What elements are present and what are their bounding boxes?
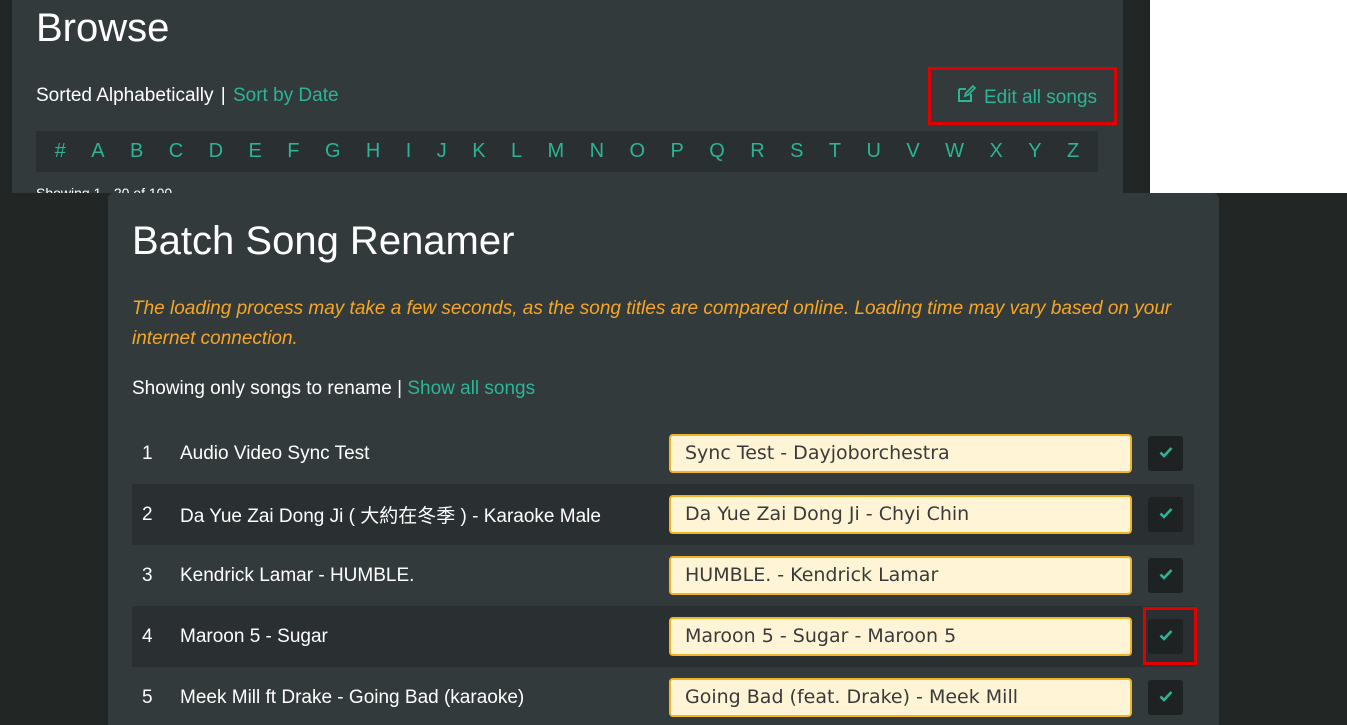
rename-row: 5 Meek Mill ft Drake - Going Bad (karaok…	[132, 667, 1194, 725]
confirm-button[interactable]	[1148, 436, 1183, 471]
sort-by-date-link[interactable]: Sort by Date	[233, 85, 339, 106]
confirm-button[interactable]	[1148, 680, 1183, 715]
check-icon	[1159, 689, 1173, 707]
letter-filter-r[interactable]: R	[750, 140, 764, 163]
new-title-input[interactable]: HUMBLE. - Kendrick Lamar	[669, 556, 1132, 595]
separator: |	[220, 85, 226, 106]
letter-filter-o[interactable]: O	[629, 140, 645, 163]
showing-only-label: Showing only songs to rename	[132, 378, 392, 399]
letter-filter-e[interactable]: E	[249, 140, 262, 163]
pagination-info: Showing 1 - 20 of 100	[36, 186, 172, 193]
check-icon	[1159, 567, 1173, 585]
letter-filter-s[interactable]: S	[790, 140, 803, 163]
blank-area	[1150, 0, 1347, 193]
current-title: Audio Video Sync Test	[180, 442, 370, 464]
rename-row: 1 Audio Video Sync Test Sync Test - Dayj…	[132, 423, 1194, 484]
letter-filter-x[interactable]: X	[989, 140, 1002, 163]
letter-filter-k[interactable]: K	[472, 140, 485, 163]
page-title: Browse	[36, 6, 170, 50]
row-number: 4	[142, 625, 153, 647]
letter-filter-g[interactable]: G	[325, 140, 341, 163]
confirm-button[interactable]	[1148, 558, 1183, 593]
check-icon	[1159, 445, 1173, 463]
rename-row: 3 Kendrick Lamar - HUMBLE. HUMBLE. - Ken…	[132, 545, 1194, 606]
letter-filter-t[interactable]: T	[829, 140, 841, 163]
row-number: 1	[142, 442, 153, 464]
letter-filter-p[interactable]: P	[670, 140, 683, 163]
screen: Browse Sorted Alphabetically | Sort by D…	[0, 0, 1347, 725]
new-title-input[interactable]: Da Yue Zai Dong Ji - Chyi Chin	[669, 495, 1132, 534]
row-number: 2	[142, 503, 153, 525]
letter-filter-q[interactable]: Q	[709, 140, 725, 163]
letter-filter-n[interactable]: N	[590, 140, 604, 163]
check-icon	[1159, 506, 1173, 524]
current-title: Maroon 5 - Sugar	[180, 625, 328, 647]
letter-filter-b[interactable]: B	[130, 140, 143, 163]
letter-filter-c[interactable]: C	[169, 140, 183, 163]
highlight-box-edit-all	[928, 67, 1117, 125]
letter-filter-y[interactable]: Y	[1028, 140, 1041, 163]
letter-filter-v[interactable]: V	[906, 140, 919, 163]
letter-filter-l[interactable]: L	[511, 140, 522, 163]
letter-filter-h[interactable]: H	[366, 140, 380, 163]
letter-filter-i[interactable]: I	[406, 140, 412, 163]
new-title-input[interactable]: Going Bad (feat. Drake) - Meek Mill	[669, 678, 1132, 717]
batch-song-renamer-modal: Batch Song Renamer The loading process m…	[108, 193, 1219, 725]
letter-filter-a[interactable]: A	[91, 140, 104, 163]
rename-row: 4 Maroon 5 - Sugar Maroon 5 - Sugar - Ma…	[132, 606, 1194, 667]
current-title: Kendrick Lamar - HUMBLE.	[180, 564, 415, 586]
new-title-input[interactable]: Maroon 5 - Sugar - Maroon 5	[669, 617, 1132, 656]
separator: |	[397, 378, 403, 399]
sorted-alphabetically-label: Sorted Alphabetically	[36, 85, 214, 106]
rename-row: 2 Da Yue Zai Dong Ji ( 大約在冬季 ) - Karaoke…	[132, 484, 1194, 545]
letter-filter-f[interactable]: F	[287, 140, 299, 163]
new-title-input[interactable]: Sync Test - Dayjoborchestra	[669, 434, 1132, 473]
sort-options: Sorted Alphabetically | Sort by Date	[36, 84, 339, 108]
loading-notice: The loading process may take a few secon…	[132, 298, 1172, 349]
alphabet-filter: # A B C D E F G H I J K L M N O P Q R S T U V W X Y Z	[36, 131, 1098, 172]
letter-filter-u[interactable]: U	[867, 140, 881, 163]
row-number: 3	[142, 564, 153, 586]
current-title: Meek Mill ft Drake - Going Bad (karaoke)	[180, 686, 525, 708]
show-all-songs-link[interactable]: Show all songs	[407, 378, 535, 399]
rename-list: 1 Audio Video Sync Test Sync Test - Dayj…	[132, 423, 1194, 725]
letter-filter-z[interactable]: Z	[1067, 140, 1079, 163]
letter-filter-m[interactable]: M	[548, 140, 565, 163]
current-title: Da Yue Zai Dong Ji ( 大約在冬季 ) - Karaoke M…	[180, 506, 601, 527]
filter-options: Showing only songs to rename | Show all …	[132, 377, 535, 401]
letter-filter-d[interactable]: D	[209, 140, 223, 163]
letter-filter-w[interactable]: W	[945, 140, 964, 163]
modal-title: Batch Song Renamer	[132, 219, 515, 263]
letter-filter-number[interactable]: #	[55, 140, 66, 163]
letter-filter-j[interactable]: J	[437, 140, 447, 163]
confirm-button[interactable]	[1148, 497, 1183, 532]
highlight-box-confirm	[1143, 607, 1197, 665]
row-number: 5	[142, 686, 153, 708]
